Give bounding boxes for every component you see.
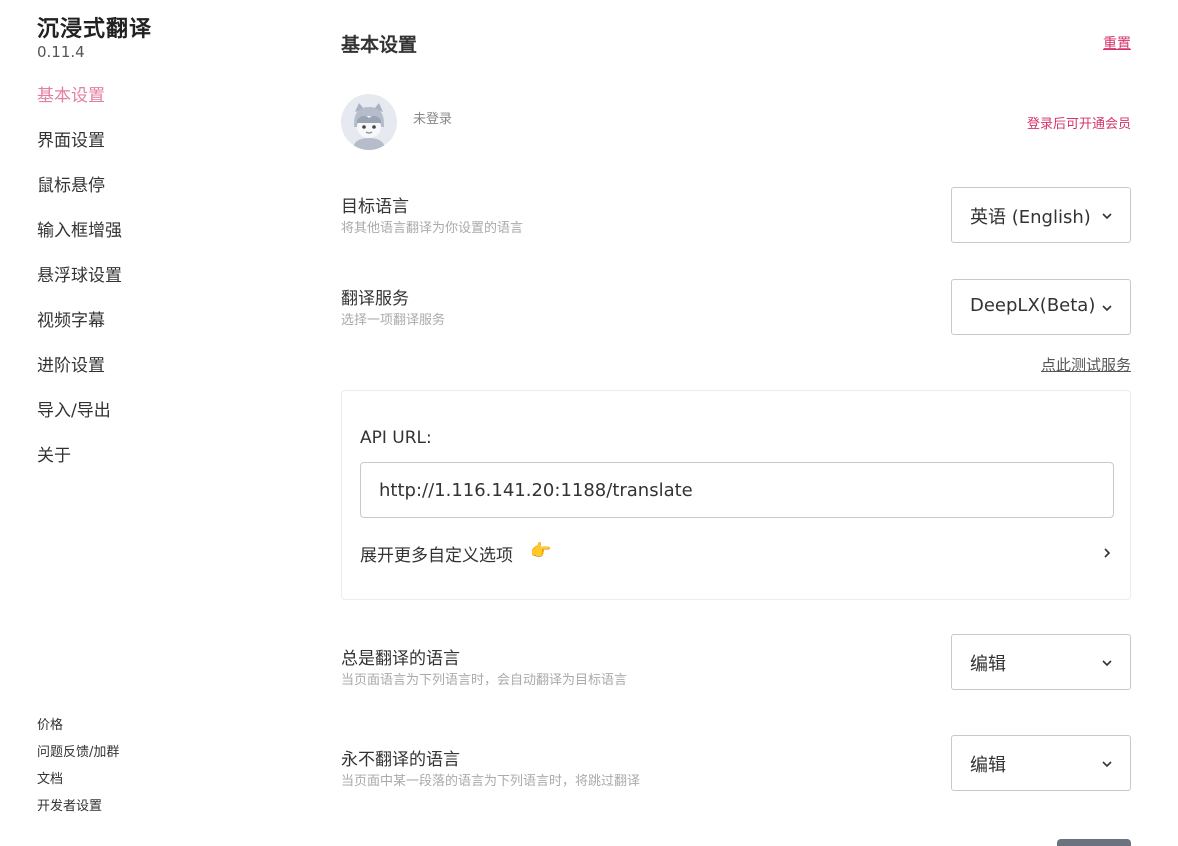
target-language-row: 目标语言 将其他语言翻译为你设置的语言 英语 (English)	[341, 187, 1131, 252]
sidebar-item-input-enhance[interactable]: 输入框增强	[37, 217, 122, 262]
app-version: 0.11.4	[37, 43, 85, 61]
api-url-label: API URL:	[360, 428, 432, 448]
footer-link-developer-settings[interactable]: 开发者设置	[37, 796, 119, 823]
test-service-link[interactable]: 点此测试服务	[1041, 354, 1131, 375]
user-avatar-icon	[341, 94, 397, 150]
member-login-link[interactable]: 登录后可开通会员	[1027, 113, 1131, 132]
sidebar-item-video-subtitles[interactable]: 视频字幕	[37, 307, 122, 352]
login-status: 未登录	[413, 112, 453, 127]
translation-service-desc: 选择一项翻译服务	[341, 313, 446, 328]
sidebar-item-about[interactable]: 关于	[37, 442, 122, 487]
target-language-select[interactable]: 英语 (English)	[951, 187, 1131, 243]
avatar[interactable]	[341, 94, 397, 150]
chevron-down-icon	[1102, 761, 1112, 768]
sidebar: 沉浸式翻译 0.11.4 基本设置 界面设置 鼠标悬停 输入框增强 悬浮球设置 …	[0, 0, 230, 846]
sidebar-item-basic-settings[interactable]: 基本设置	[37, 82, 122, 127]
expand-custom-options-label: 展开更多自定义选项	[360, 546, 513, 566]
pointing-hand-icon: 👉	[530, 541, 552, 561]
sidebar-footer-links: 价格 问题反馈/加群 文档 开发者设置	[37, 715, 119, 823]
footer-link-docs[interactable]: 文档	[37, 769, 119, 796]
never-translate-label: 永不翻译的语言	[341, 750, 460, 770]
target-language-value: 英语 (English)	[970, 207, 1091, 228]
chevron-down-icon	[1102, 305, 1112, 312]
reset-link[interactable]: 重置	[1103, 33, 1131, 53]
always-translate-select[interactable]: 编辑	[951, 634, 1131, 690]
api-config-card: API URL: 展开更多自定义选项 👉	[341, 390, 1131, 600]
sidebar-nav: 基本设置 界面设置 鼠标悬停 输入框增强 悬浮球设置 视频字幕 进阶设置 导入/…	[37, 82, 122, 487]
always-translate-label: 总是翻译的语言	[341, 649, 460, 669]
sidebar-item-floating-ball[interactable]: 悬浮球设置	[37, 262, 122, 307]
target-language-desc: 将其他语言翻译为你设置的语言	[341, 221, 524, 236]
never-translate-value: 编辑	[970, 755, 1006, 776]
app-title: 沉浸式翻译	[37, 17, 153, 42]
expand-custom-options[interactable]: 展开更多自定义选项 👉	[360, 541, 1114, 567]
chevron-down-icon	[1102, 213, 1112, 220]
always-translate-row: 总是翻译的语言 当页面语言为下列语言时，会自动翻译为目标语言 编辑	[341, 634, 1131, 704]
partially-visible-toggle[interactable]	[1057, 839, 1131, 846]
chevron-down-icon	[1102, 660, 1112, 667]
never-translate-row: 永不翻译的语言 当页面中某一段落的语言为下列语言时，将跳过翻译 编辑	[341, 735, 1131, 805]
always-translate-value: 编辑	[970, 654, 1006, 675]
api-url-input[interactable]	[360, 462, 1114, 518]
translation-service-value: DeepLX(Beta)	[970, 295, 1096, 316]
sidebar-item-interface-settings[interactable]: 界面设置	[37, 127, 122, 172]
sidebar-item-import-export[interactable]: 导入/导出	[37, 397, 122, 442]
sidebar-item-mouse-hover[interactable]: 鼠标悬停	[37, 172, 122, 217]
footer-link-pricing[interactable]: 价格	[37, 715, 119, 742]
target-language-label: 目标语言	[341, 197, 409, 217]
never-translate-desc: 当页面中某一段落的语言为下列语言时，将跳过翻译	[341, 774, 641, 789]
page-title: 基本设置	[341, 34, 418, 56]
translation-service-row: 翻译服务 选择一项翻译服务 DeepLX(Beta)	[341, 279, 1131, 344]
settings-main: 基本设置 重置 未登录 登录后可开通会员 目标语言 将其他语言翻译为你设置的语言…	[341, 0, 1131, 846]
never-translate-select[interactable]: 编辑	[951, 735, 1131, 791]
sidebar-item-advanced-settings[interactable]: 进阶设置	[37, 352, 122, 397]
translation-service-select[interactable]: DeepLX(Beta)	[951, 279, 1131, 335]
translation-service-label: 翻译服务	[341, 289, 409, 309]
chevron-right-icon	[1104, 548, 1111, 558]
always-translate-desc: 当页面语言为下列语言时，会自动翻译为目标语言	[341, 673, 628, 688]
footer-link-feedback[interactable]: 问题反馈/加群	[37, 742, 119, 769]
